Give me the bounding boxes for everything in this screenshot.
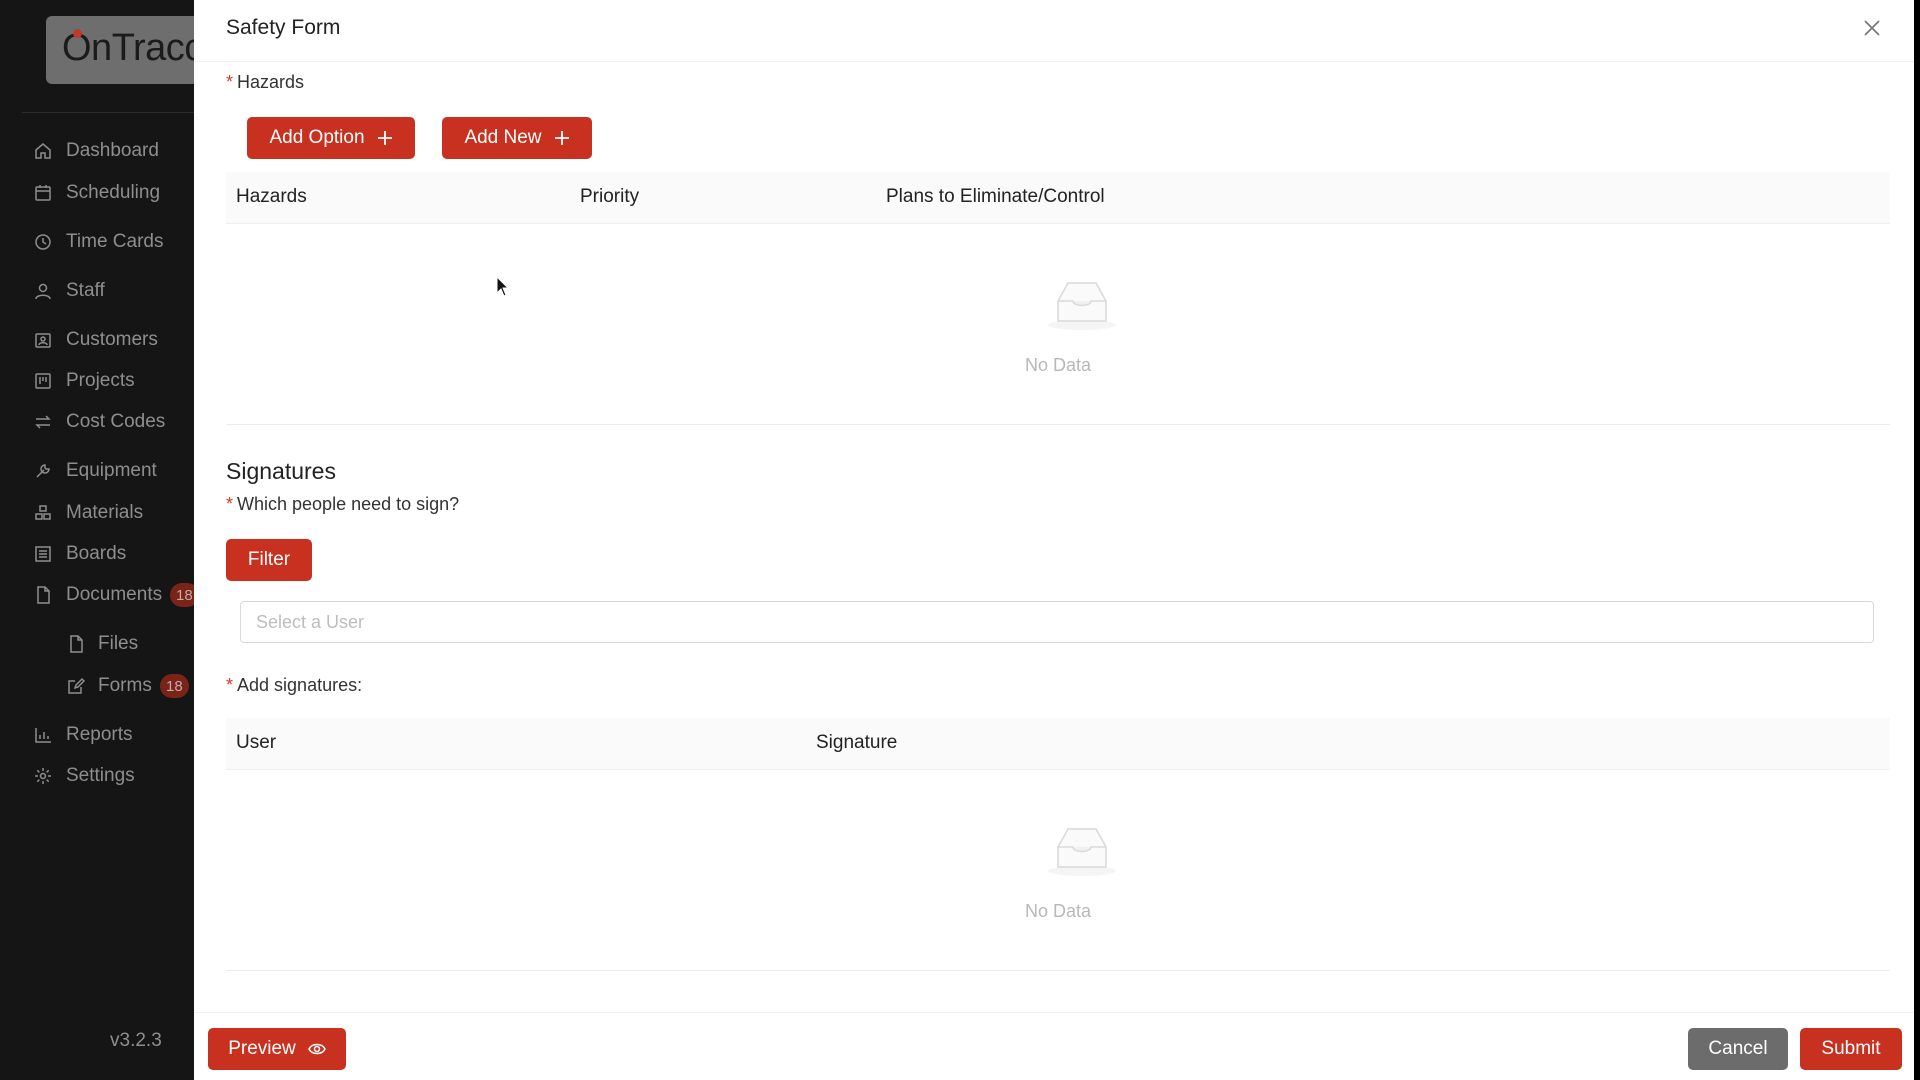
plus-icon <box>377 131 392 145</box>
filter-label: Filter <box>247 549 291 570</box>
sidebar: OnTracc Dashboard Scheduling Time Cards … <box>0 0 200 1080</box>
sidebar-item-label: Documents <box>66 584 163 605</box>
sidebar-item-documents[interactable]: Documents 18 <box>0 578 200 612</box>
document-icon <box>33 585 53 605</box>
signatures-table-header: User Signature <box>226 718 1890 770</box>
sidebar-divider <box>22 112 200 113</box>
sidebar-item-label: Time Cards <box>66 231 164 252</box>
sidebar-item-label: Boards <box>66 543 127 564</box>
sidebar-item-label: Files <box>98 633 139 654</box>
add-option-button[interactable]: Add Option <box>247 117 415 159</box>
logo-text: OnTracc <box>62 27 200 69</box>
board-icon <box>33 544 53 564</box>
sidebar-item-label: Settings <box>66 765 135 786</box>
filter-button[interactable]: Filter <box>226 539 312 581</box>
calendar-icon <box>33 183 53 203</box>
sidebar-item-settings[interactable]: Settings <box>0 759 200 793</box>
sidebar-item-projects[interactable]: Projects <box>0 364 200 398</box>
add-signatures-field-label: * Add signatures: <box>226 675 362 696</box>
sidebar-item-label: Reports <box>66 724 133 745</box>
add-option-label: Add Option <box>269 127 365 148</box>
form-edit-icon <box>66 676 86 696</box>
hazards-empty-state: No Data <box>226 225 1890 425</box>
sidebar-item-label: Equipment <box>66 460 157 481</box>
sidebar-item-label: Dashboard <box>66 140 159 161</box>
column-header-signature: Signature <box>816 732 898 753</box>
eye-icon <box>307 1043 326 1055</box>
preview-button[interactable]: Preview <box>208 1028 346 1070</box>
screen-edge <box>1914 0 1920 1080</box>
hazards-field-label: * Hazards <box>226 72 304 93</box>
sidebar-item-label: Forms <box>98 675 152 696</box>
forms-count-badge: 18 <box>160 674 189 698</box>
empty-state-text: No Data <box>1024 901 1092 921</box>
modal-title: Safety Form <box>226 16 341 39</box>
sidebar-item-label: Scheduling <box>66 182 161 203</box>
signatures-section-title: Signatures <box>226 458 336 484</box>
contacts-icon <box>33 330 53 350</box>
sidebar-item-label: Customers <box>66 329 158 350</box>
signers-field-label: * Which people need to sign? <box>226 494 459 515</box>
submit-button[interactable]: Submit <box>1800 1028 1902 1070</box>
app-version: v3.2.3 <box>110 1030 162 1051</box>
plus-icon <box>554 131 569 145</box>
wrench-icon <box>33 461 53 481</box>
add-new-button[interactable]: Add New <box>442 117 592 159</box>
signatures-empty-state: No Data <box>226 771 1890 971</box>
modal-footer: Preview Cancel Submit <box>194 1012 1920 1080</box>
required-marker: * <box>226 72 234 92</box>
preview-label: Preview <box>228 1038 296 1059</box>
home-icon <box>33 141 53 161</box>
column-header-user: User <box>236 732 277 753</box>
sidebar-item-staff[interactable]: Staff <box>0 274 200 308</box>
column-header-plans: Plans to Eliminate/Control <box>886 186 1105 207</box>
cancel-label: Cancel <box>1708 1038 1768 1059</box>
mouse-cursor-icon <box>496 276 510 297</box>
column-header-hazards: Hazards <box>236 186 307 207</box>
modal-header: Safety Form <box>194 0 1920 62</box>
close-icon[interactable] <box>1860 16 1884 40</box>
sidebar-item-reports[interactable]: Reports <box>0 718 200 752</box>
projects-icon <box>33 371 53 391</box>
materials-icon <box>33 503 53 523</box>
sidebar-item-equipment[interactable]: Equipment <box>0 454 200 488</box>
app-logo[interactable]: OnTracc <box>46 16 200 84</box>
sidebar-item-label: Cost Codes <box>66 411 166 432</box>
submit-label: Submit <box>1821 1038 1881 1059</box>
hazards-table-header: Hazards Priority Plans to Eliminate/Cont… <box>226 172 1890 224</box>
empty-state-text: No Data <box>1024 355 1092 375</box>
sidebar-item-dashboard[interactable]: Dashboard <box>0 134 200 168</box>
sidebar-item-files[interactable]: Files <box>0 627 200 661</box>
add-new-label: Add New <box>464 127 542 148</box>
sidebar-item-label: Projects <box>66 370 135 391</box>
sidebar-item-forms[interactable]: Forms 18 <box>0 669 200 703</box>
add-signatures-label: Add signatures: <box>237 675 363 695</box>
file-icon <box>66 634 86 654</box>
required-marker: * <box>226 494 234 514</box>
empty-inbox-icon <box>1048 828 1116 876</box>
sidebar-item-materials[interactable]: Materials <box>0 496 200 530</box>
empty-inbox-icon <box>1048 282 1116 330</box>
clock-icon <box>33 232 53 252</box>
sidebar-item-label: Staff <box>66 280 105 301</box>
column-header-priority: Priority <box>580 186 640 207</box>
hazards-label: Hazards <box>237 72 305 92</box>
sidebar-item-cost-codes[interactable]: Cost Codes <box>0 405 200 439</box>
required-marker: * <box>226 675 234 695</box>
swap-icon <box>33 412 53 432</box>
user-icon <box>33 281 53 301</box>
cancel-button[interactable]: Cancel <box>1688 1028 1788 1070</box>
gear-icon <box>33 766 53 786</box>
sidebar-item-label: Materials <box>66 502 144 523</box>
signers-label: Which people need to sign? <box>237 494 460 514</box>
sidebar-item-customers[interactable]: Customers <box>0 323 200 357</box>
safety-form-modal: Safety Form * Hazards Add Option Add New … <box>194 0 1920 1080</box>
bar-chart-icon <box>33 725 53 745</box>
logo-dot <box>73 29 82 38</box>
sidebar-item-scheduling[interactable]: Scheduling <box>0 176 200 210</box>
sidebar-item-time-cards[interactable]: Time Cards <box>0 225 200 259</box>
sidebar-item-boards[interactable]: Boards <box>0 537 200 571</box>
select-user-input[interactable] <box>240 601 1874 643</box>
